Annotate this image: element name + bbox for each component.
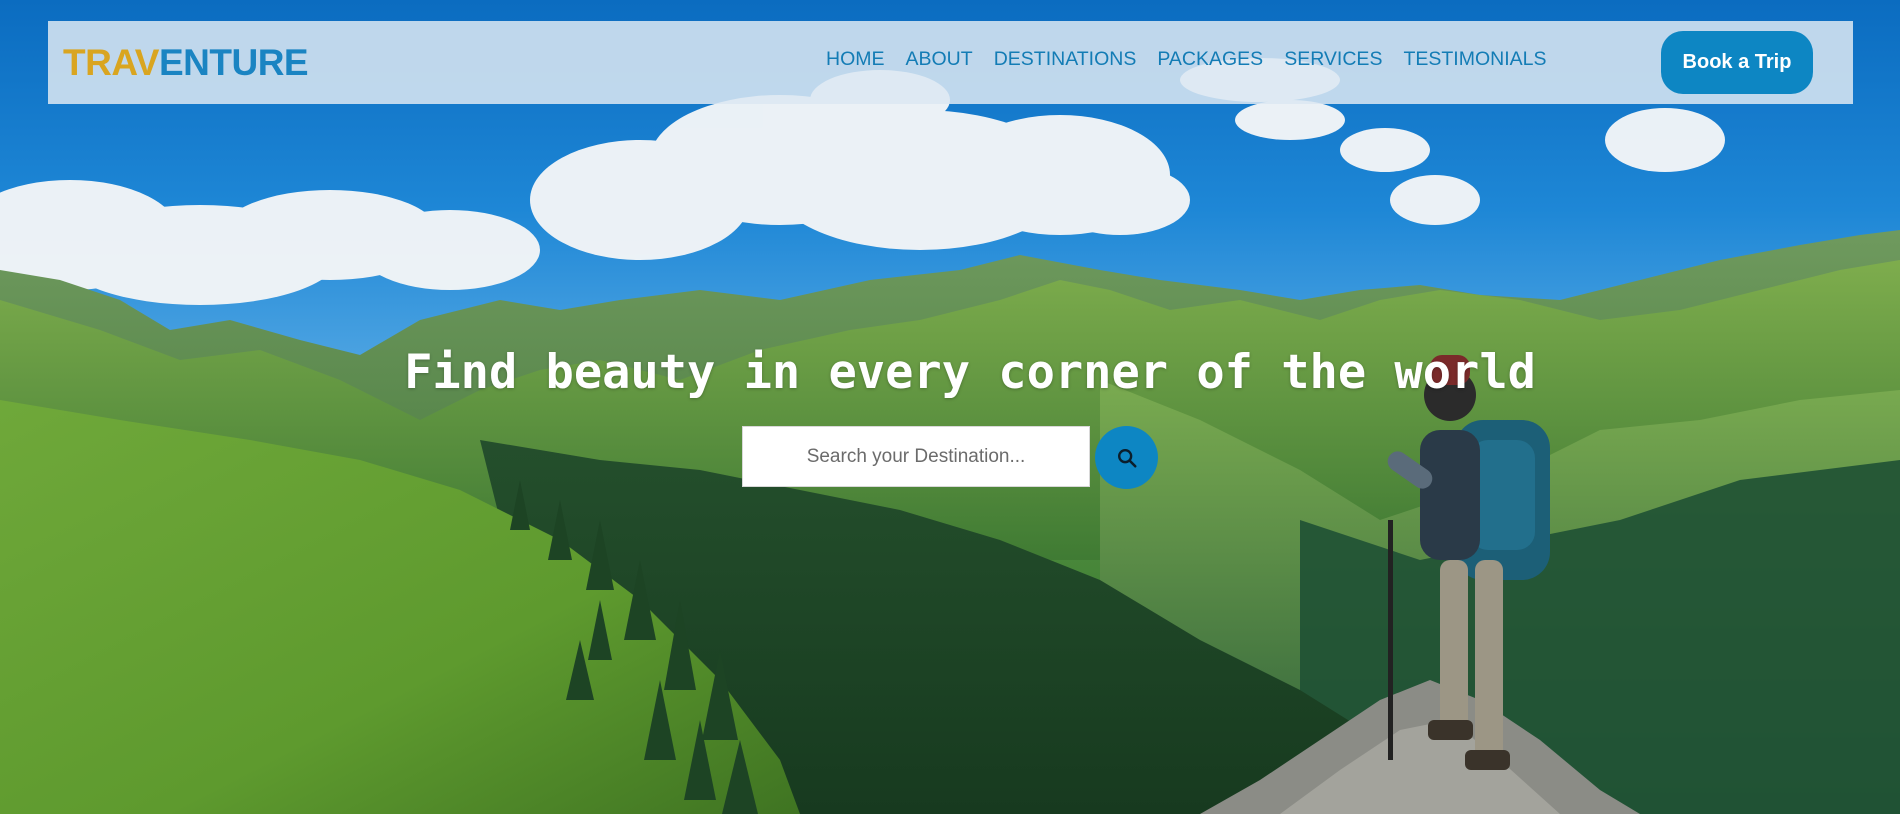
page: TRAVENTURE HOME ABOUT DESTINATIONS PACKA…: [0, 0, 1902, 818]
hero-headline: Find beauty in every corner of the world: [404, 345, 1536, 400]
nav-about[interactable]: ABOUT: [906, 46, 973, 72]
nav-testimonials[interactable]: TESTIMONIALS: [1403, 46, 1546, 72]
search-box: [742, 426, 1090, 487]
page-bottom-strip: [0, 814, 1902, 818]
search-icon: [1117, 448, 1137, 468]
main-nav: HOME ABOUT DESTINATIONS PACKAGES SERVICE…: [826, 46, 1567, 72]
nav-services[interactable]: SERVICES: [1284, 46, 1382, 72]
hero-banner: TRAVENTURE HOME ABOUT DESTINATIONS PACKA…: [0, 0, 1900, 814]
nav-destinations[interactable]: DESTINATIONS: [994, 46, 1137, 72]
hero-background-image: [0, 0, 1900, 814]
book-a-trip-button[interactable]: Book a Trip: [1661, 31, 1813, 94]
navbar: TRAVENTURE HOME ABOUT DESTINATIONS PACKA…: [48, 21, 1853, 104]
logo-part-enture: ENTURE: [158, 42, 309, 83]
nav-packages[interactable]: PACKAGES: [1157, 46, 1263, 72]
brand-logo[interactable]: TRAVENTURE: [63, 41, 309, 85]
logo-part-trav: TRAV: [63, 42, 159, 83]
search-button[interactable]: [1095, 426, 1158, 489]
destination-search-input[interactable]: [743, 427, 1089, 486]
nav-home[interactable]: HOME: [826, 46, 885, 72]
